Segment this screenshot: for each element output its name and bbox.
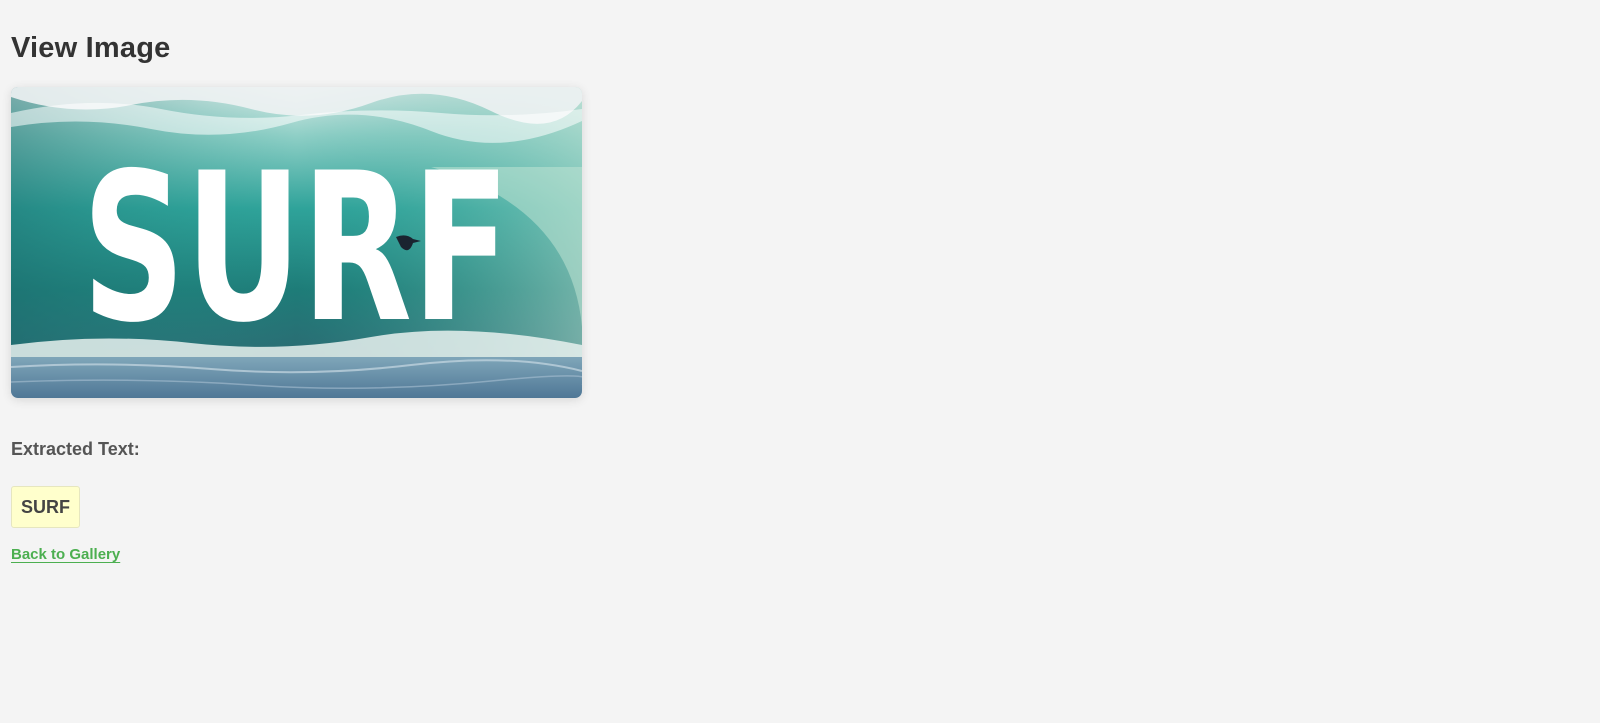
surf-overlay-text: SURF — [82, 130, 510, 368]
wave-photo: SURF — [11, 87, 582, 398]
extracted-text-value: SURF — [11, 486, 80, 528]
extracted-text-label: Extracted Text: — [11, 439, 140, 459]
page-title: View Image — [11, 32, 171, 64]
surf-image: SURF — [11, 87, 582, 398]
back-to-gallery-link[interactable]: Back to Gallery — [11, 546, 120, 563]
